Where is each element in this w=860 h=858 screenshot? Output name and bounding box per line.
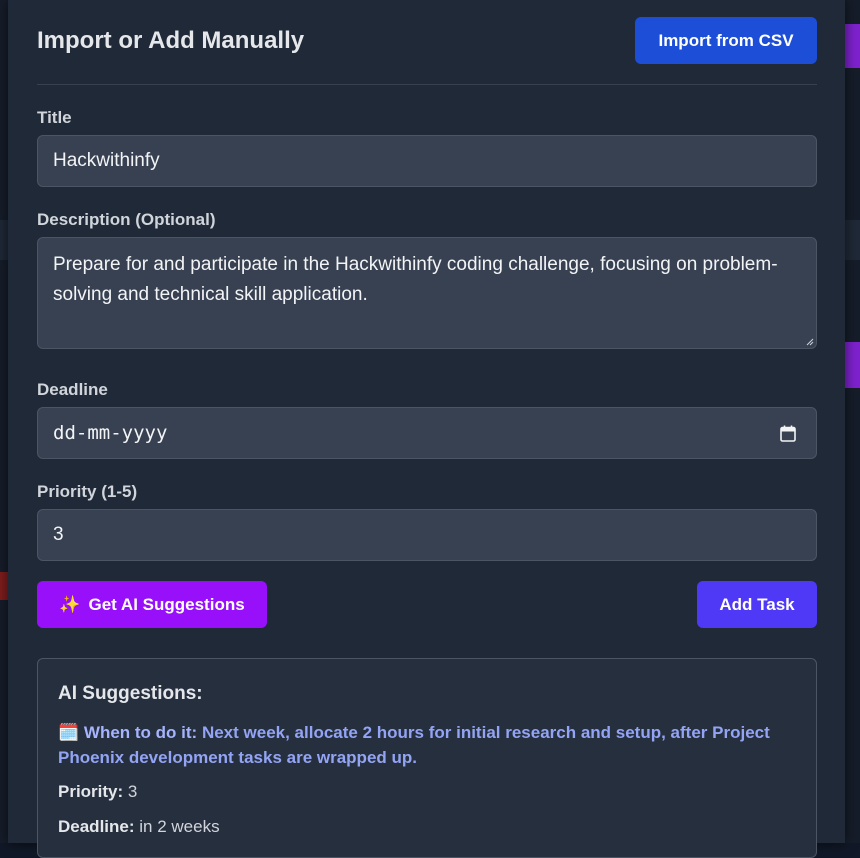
background-row xyxy=(845,220,860,260)
deadline-placeholder: dd-mm-yyyy xyxy=(53,422,168,444)
background-badge xyxy=(0,572,8,600)
description-textarea[interactable]: Prepare for and participate in the Hackw… xyxy=(37,237,817,349)
deadline-date-input[interactable]: dd-mm-yyyy xyxy=(37,407,817,459)
suggestion-priority-value: 3 xyxy=(127,782,138,801)
calendar-emoji-icon: 🗓️ xyxy=(58,723,80,742)
add-task-button[interactable]: Add Task xyxy=(697,581,817,628)
background-badge xyxy=(845,342,860,388)
suggestion-priority: Priority: 3 xyxy=(58,782,137,802)
suggestion-deadline-value: in 2 weeks xyxy=(139,817,220,836)
background-badge xyxy=(845,24,860,68)
ai-suggestions-panel: AI Suggestions: 🗓️ When to do it: Next w… xyxy=(37,658,817,858)
title-input[interactable]: Hackwithinfy xyxy=(37,135,817,187)
get-ai-suggestions-button[interactable]: ✨ Get AI Suggestions xyxy=(37,581,267,628)
title-input-value: Hackwithinfy xyxy=(53,150,160,171)
sparkles-icon: ✨ xyxy=(59,594,81,614)
ai-suggestions-button-label: Get AI Suggestions xyxy=(88,594,245,614)
priority-input-value: 3 xyxy=(53,524,64,545)
suggestion-deadline-label: Deadline: xyxy=(58,817,135,836)
suggestion-deadline: Deadline: in 2 weeks xyxy=(58,817,220,837)
description-textarea-value: Prepare for and participate in the Hackw… xyxy=(53,254,778,305)
priority-label: Priority (1-5) xyxy=(37,482,138,501)
priority-input[interactable]: 3 xyxy=(37,509,817,561)
deadline-label: Deadline xyxy=(37,380,108,399)
background-row xyxy=(0,220,8,260)
calendar-icon[interactable] xyxy=(780,425,796,442)
resize-handle-icon[interactable] xyxy=(806,338,814,346)
import-csv-button[interactable]: Import from CSV xyxy=(635,17,817,64)
ai-suggestions-heading: AI Suggestions: xyxy=(58,683,203,704)
suggestion-priority-label: Priority: xyxy=(58,782,124,801)
suggestion-when: 🗓️ When to do it: Next week, allocate 2 … xyxy=(58,720,778,770)
title-label: Title xyxy=(37,108,72,127)
modal-title: Import or Add Manually xyxy=(37,27,305,54)
description-label: Description (Optional) xyxy=(37,210,216,229)
suggestion-when-label: When to do it: xyxy=(83,723,198,742)
